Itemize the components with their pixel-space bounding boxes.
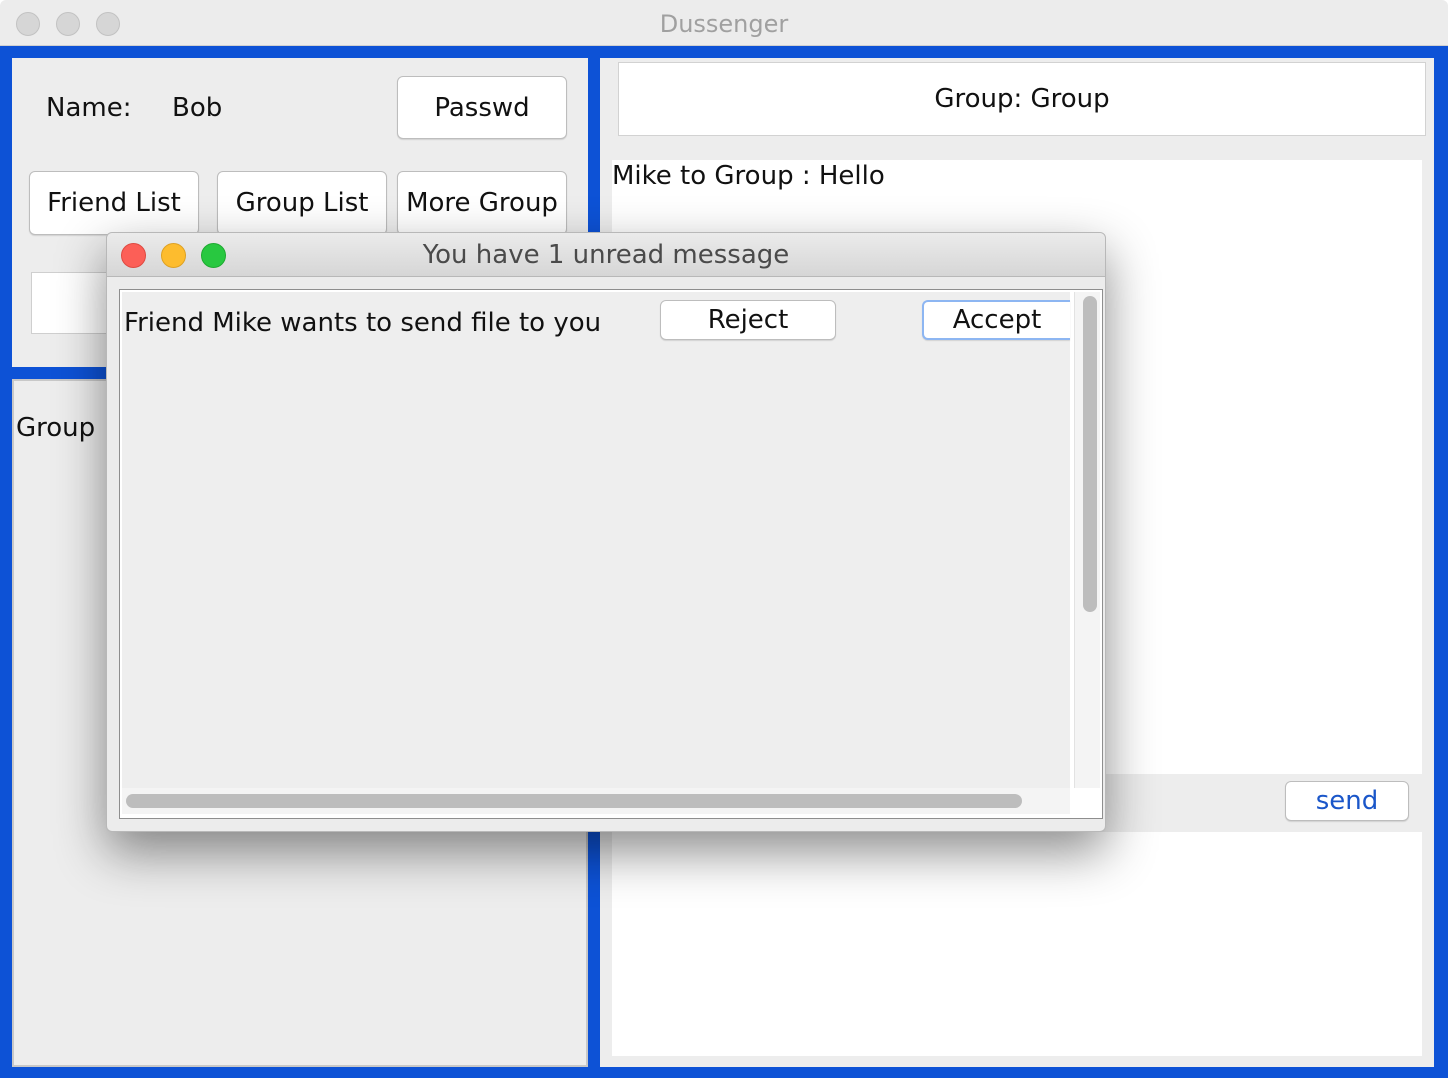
horizontal-scrollbar[interactable] bbox=[122, 788, 1070, 814]
group-list-button[interactable]: Group List bbox=[217, 171, 387, 235]
dialog-content: Friend Mike wants to send file to you Re… bbox=[122, 292, 1070, 788]
reject-button[interactable]: Reject bbox=[660, 300, 836, 340]
group-list-item[interactable]: Group bbox=[16, 413, 95, 443]
window-title: Dussenger bbox=[659, 10, 789, 38]
accept-button[interactable]: Accept bbox=[922, 300, 1070, 340]
unread-message-dialog: You have 1 unread message Friend Mike wa… bbox=[106, 232, 1106, 832]
send-button[interactable]: send bbox=[1285, 781, 1409, 821]
message-input[interactable] bbox=[612, 832, 1422, 1056]
passwd-button[interactable]: Passwd bbox=[397, 76, 567, 139]
main-window-titlebar: Dussenger bbox=[0, 0, 1448, 46]
chat-header: Group: Group bbox=[618, 62, 1426, 136]
name-label: Name: bbox=[46, 93, 132, 123]
friend-list-button[interactable]: Friend List bbox=[29, 171, 199, 235]
vertical-scroll-thumb[interactable] bbox=[1083, 296, 1097, 612]
dialog-title: You have 1 unread message bbox=[422, 240, 790, 270]
dialog-titlebar: You have 1 unread message bbox=[107, 233, 1105, 277]
horizontal-scroll-thumb[interactable] bbox=[126, 794, 1022, 808]
chat-message: Mike to Group : Hello bbox=[612, 161, 885, 191]
file-request-message: Friend Mike wants to send file to you bbox=[124, 308, 602, 338]
more-group-button[interactable]: More Group bbox=[397, 171, 567, 235]
vertical-scrollbar[interactable] bbox=[1074, 292, 1100, 788]
user-name: Bob bbox=[172, 93, 223, 123]
dialog-scroll-pane: Friend Mike wants to send file to you Re… bbox=[119, 289, 1103, 819]
